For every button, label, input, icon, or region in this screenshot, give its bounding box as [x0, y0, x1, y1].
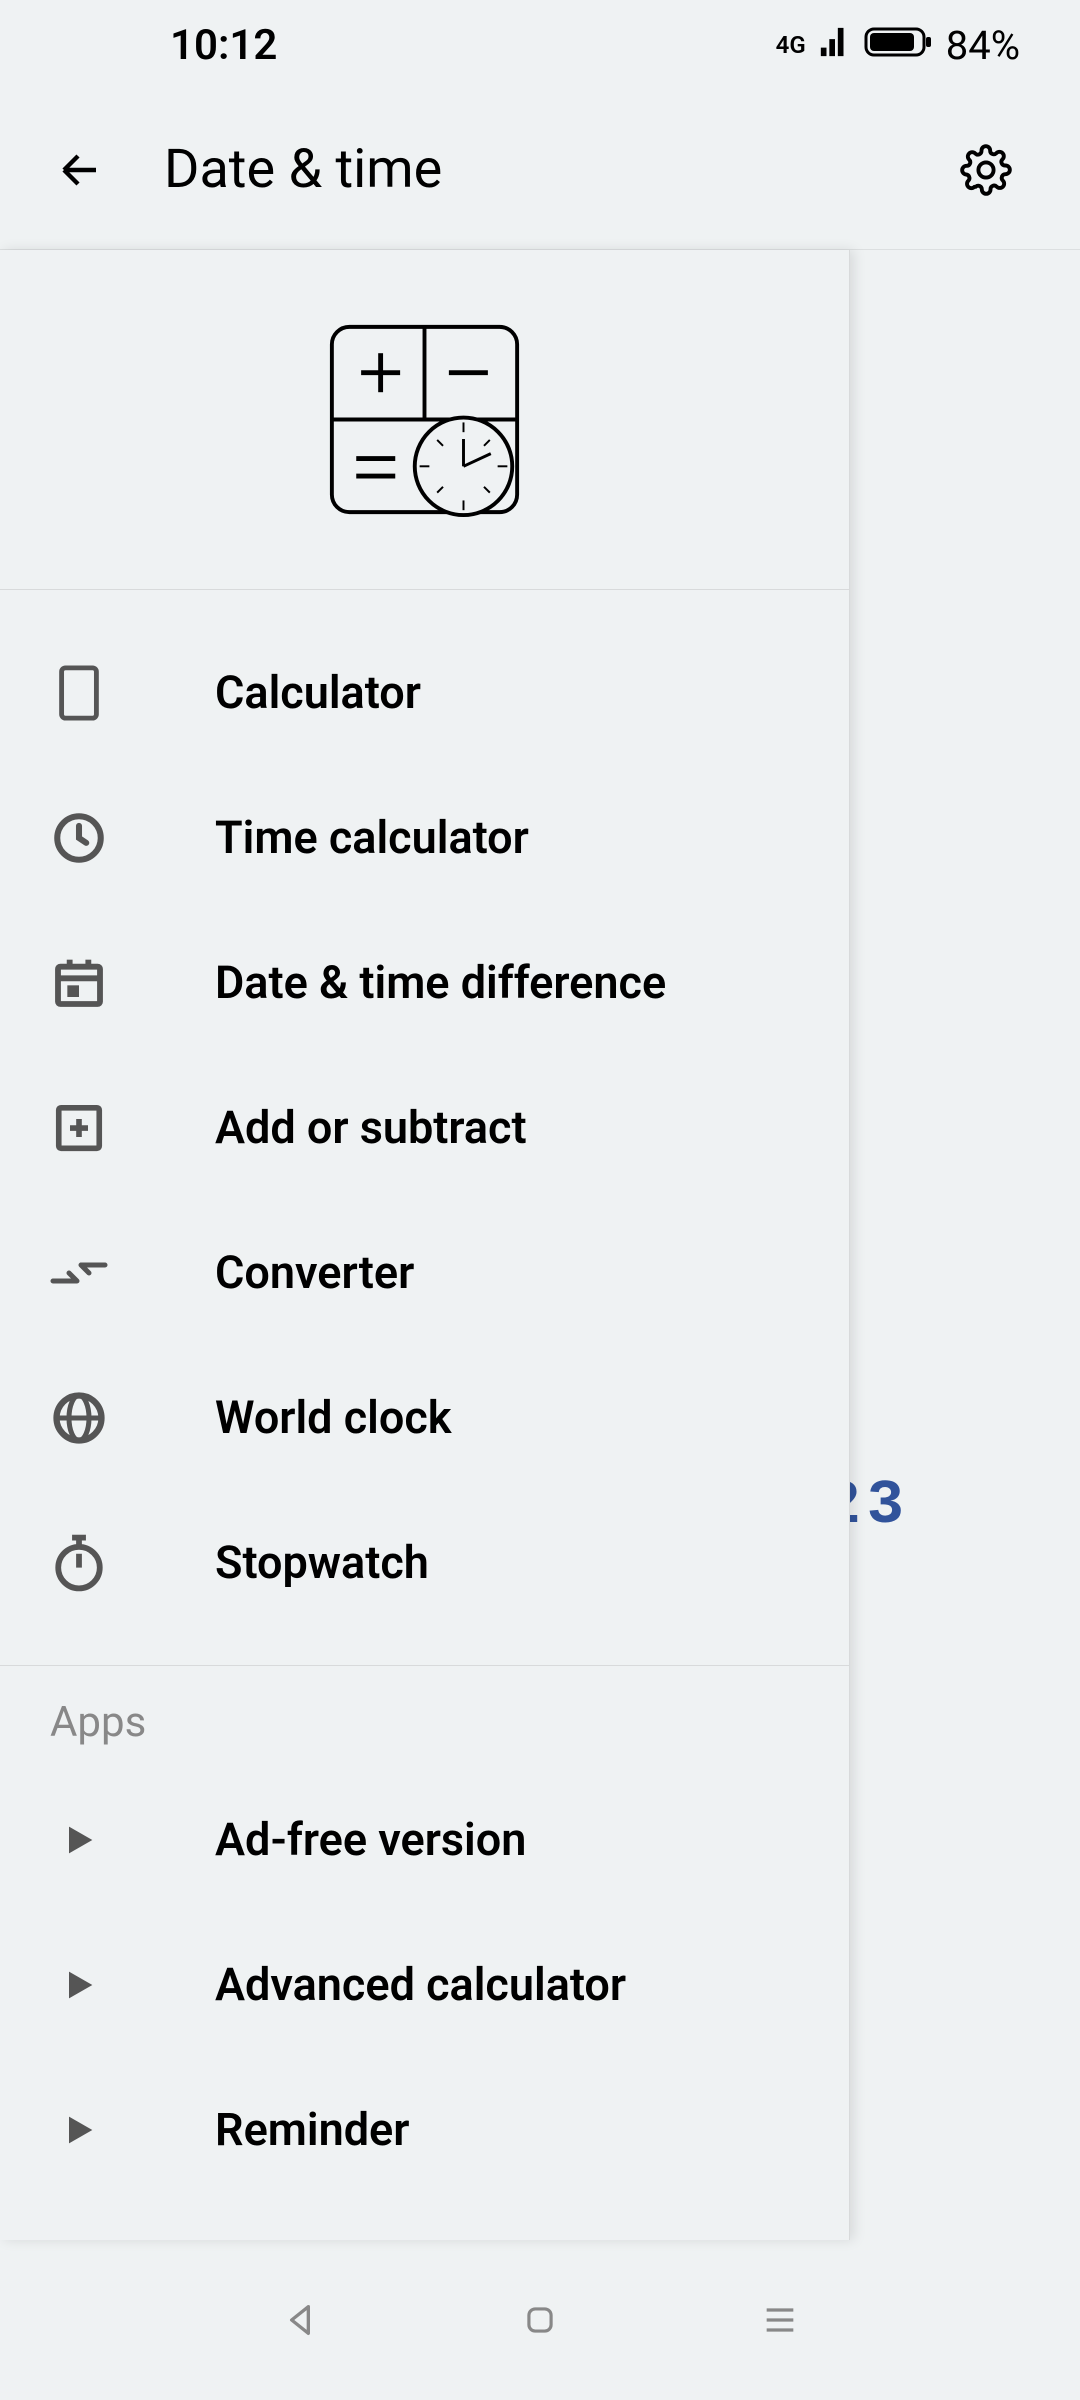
- menu-item-stopwatch[interactable]: Stopwatch: [0, 1490, 849, 1635]
- system-nav-bar: [0, 2240, 1080, 2400]
- play-icon: [48, 1809, 110, 1871]
- page-title: Date & time: [164, 138, 898, 201]
- status-time: 10:12: [170, 21, 277, 70]
- menu-item-date-time-difference[interactable]: Date & time difference: [0, 910, 849, 1055]
- battery-icon: [864, 22, 934, 69]
- menu-label: World clock: [215, 1391, 452, 1444]
- menu-item-add-subtract[interactable]: Add or subtract: [0, 1055, 849, 1200]
- menu-item-world-clock[interactable]: World clock: [0, 1345, 849, 1490]
- status-bar: 10:12 4G 84%: [0, 0, 1080, 90]
- nav-recent-button[interactable]: [752, 2292, 808, 2348]
- drawer-header: [0, 250, 849, 590]
- menu-label: Ad-free version: [215, 1813, 526, 1866]
- menu-item-time-calculator[interactable]: Time calculator: [0, 765, 849, 910]
- back-button[interactable]: [56, 146, 104, 194]
- menu-item-converter[interactable]: Converter: [0, 1200, 849, 1345]
- app-bar: Date & time: [0, 90, 1080, 250]
- battery-percent: 84%: [946, 22, 1020, 69]
- menu-label: Converter: [215, 1246, 414, 1299]
- app-logo-icon: [327, 322, 522, 517]
- arrows-icon: [48, 1242, 110, 1304]
- signal-icon: [818, 22, 852, 69]
- menu-label: Time calculator: [215, 811, 529, 864]
- menu-label: Advanced calculator: [215, 1958, 626, 2011]
- globe-icon: [48, 1387, 110, 1449]
- menu-item-advanced-calculator[interactable]: Advanced calculator: [0, 1912, 849, 2057]
- nav-back-button[interactable]: [272, 2292, 328, 2348]
- menu-label: Add or subtract: [215, 1101, 527, 1154]
- calendar-icon: [48, 952, 110, 1014]
- status-right: 4G 84%: [776, 22, 1020, 69]
- play-icon: [48, 2099, 110, 2161]
- menu-item-calculator[interactable]: Calculator: [0, 620, 849, 765]
- drawer-menu: Calculator Time calculator Date & time d…: [0, 590, 849, 2240]
- stopwatch-icon: [48, 1532, 110, 1594]
- menu-label: Calculator: [215, 666, 421, 719]
- navigation-drawer: Calculator Time calculator Date & time d…: [0, 250, 850, 2240]
- calculator-icon: [48, 662, 110, 724]
- menu-item-reminder[interactable]: Reminder: [0, 2057, 849, 2202]
- plus-box-icon: [48, 1097, 110, 1159]
- drawer-section-apps: Apps: [0, 1665, 849, 1767]
- network-icon: 4G: [776, 31, 806, 59]
- menu-label: Stopwatch: [215, 1536, 429, 1589]
- menu-label: Reminder: [215, 2103, 409, 2156]
- menu-item-ad-free[interactable]: Ad-free version: [0, 1767, 849, 1912]
- nav-home-button[interactable]: [512, 2292, 568, 2348]
- clock-icon: [48, 807, 110, 869]
- play-icon: [48, 1954, 110, 2016]
- settings-button[interactable]: [958, 142, 1014, 198]
- menu-label: Date & time difference: [215, 956, 666, 1009]
